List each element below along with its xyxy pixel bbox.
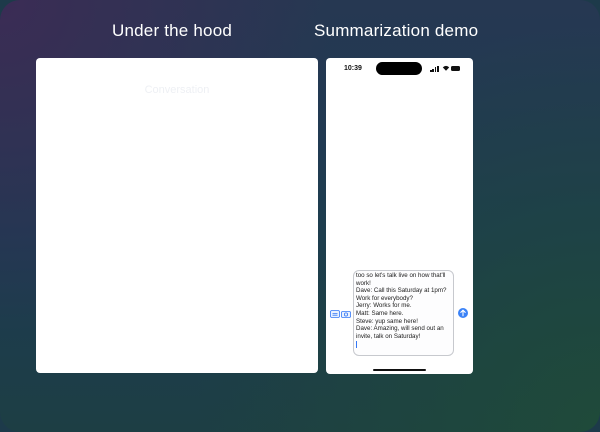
message-text-line: Matt: Same here. [356,309,404,317]
message-text-line: work! [356,279,371,287]
message-text-line: Jerry: Works for me. [356,302,412,310]
under-the-hood-panel: Conversation [36,58,318,373]
message-text-line: invite, talk on Saturday! [356,332,421,340]
compose-bar: too so let's talk live on how that'll wor… [326,270,473,360]
message-input[interactable]: too so let's talk live on how that'll wor… [353,270,454,356]
home-indicator [373,369,426,371]
wifi-icon [442,65,450,71]
send-button[interactable] [458,308,468,318]
dynamic-island [376,62,422,75]
heading-under-the-hood: Under the hood [112,21,232,40]
status-icons [430,64,460,73]
arrow-up-icon [460,309,466,317]
phone-screen: 10:39 too so let's talk live on how that… [326,58,473,374]
message-text-line: Work for everybody? [356,294,413,302]
battery-icon [451,66,460,71]
message-text-line: Dave: Amazing, will send out an [356,325,444,333]
heading-summarization-demo: Summarization demo [314,21,479,40]
status-time: 10:39 [344,65,362,72]
camera-icon[interactable] [341,310,351,318]
message-text-line: Steve: yup same here! [356,317,418,325]
cellular-signal-icon [430,66,439,72]
message-text-line: too so let's talk live on how that'll [356,272,446,279]
apps-icon[interactable] [330,310,340,318]
text-caret [356,341,357,349]
stage: Under the hood Summarization demo Conver… [0,0,600,432]
conversation-label: Conversation [144,84,210,96]
message-text-line: Dave: Call this Saturday at 1pm? [356,287,447,295]
